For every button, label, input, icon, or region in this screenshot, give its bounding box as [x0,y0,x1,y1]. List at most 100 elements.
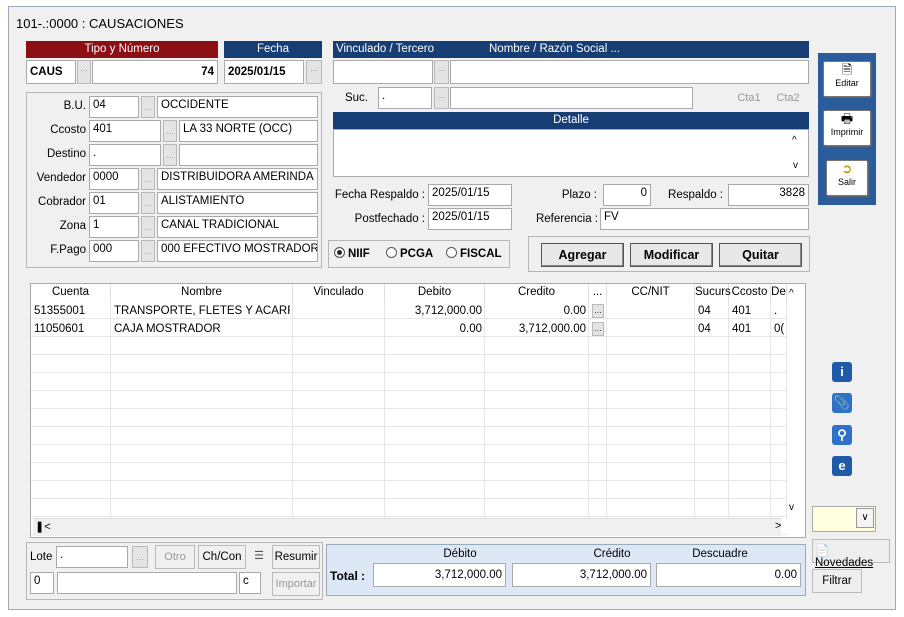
table-row[interactable] [31,337,787,355]
cell-credito[interactable]: 0.00 [488,302,586,320]
table-row[interactable] [31,463,787,481]
cell-nombre[interactable]: CAJA MOSTRADOR [114,320,290,338]
cell-nombre[interactable]: TRANSPORTE, FLETES Y ACARREO [114,302,290,320]
lote-desc-field[interactable] [57,572,237,594]
cta2-button[interactable]: Cta2 [771,92,805,104]
imprimir-button[interactable]: 🖶 Imprimir [823,110,871,146]
scroll-right-icon[interactable]: > [775,520,781,532]
list-icon[interactable]: ☰ [248,545,270,569]
table-row[interactable] [31,373,787,391]
grid-scroll-up-icon[interactable]: ^ [789,288,794,299]
row-lookup-button[interactable]: ... [592,304,604,318]
info-icon[interactable]: i [832,362,852,382]
numero-field[interactable]: 74 [92,60,218,84]
norma-radio-niif[interactable]: NIIF [334,247,370,260]
attachment-icon[interactable]: 📎 [832,393,852,413]
norma-radio-pcga[interactable]: PCGA [386,247,433,260]
lote-field[interactable]: . [56,546,128,568]
chcon-button[interactable]: Ch/Con [198,545,246,569]
field-lookup-button[interactable]: ... [141,216,155,238]
table-row[interactable] [31,409,787,427]
vinculado-lookup-button[interactable]: ... [434,60,449,84]
row-lookup-button[interactable]: ... [592,322,604,336]
nombre-field[interactable] [450,60,809,84]
cell-de[interactable]: 0( [774,320,784,338]
column-header[interactable]: Cuenta [31,284,111,301]
tipo-lookup-button[interactable]: ... [77,60,91,84]
referencia-field[interactable]: FV [600,208,809,230]
otro-button[interactable]: Otro [155,545,195,569]
suc-nombre-field[interactable] [450,87,693,109]
field-lookup-button[interactable]: ... [163,144,177,166]
postfechado-field[interactable]: 2025/01/15 [428,208,512,230]
cell-debito[interactable]: 3,712,000.00 [388,302,482,320]
field-code[interactable]: 1 [89,216,139,238]
c-field[interactable]: c [239,572,261,594]
cell-credito[interactable]: 3,712,000.00 [488,320,586,338]
grid-scroll-down-icon[interactable]: v [789,502,794,513]
column-header[interactable]: Nombre [111,284,293,301]
field-lookup-button[interactable]: ... [141,192,155,214]
novedades-button[interactable]: 📄 Novedades [812,539,890,569]
lote-number-field[interactable]: 0 [30,572,54,594]
scroll-left-icon[interactable]: ❚< [35,520,51,533]
salir-button[interactable]: ➲ Salir [826,160,868,196]
resumir-button[interactable]: Resumir [272,545,320,569]
filtrar-button[interactable]: Filtrar [812,569,862,593]
column-header[interactable]: Debito [385,284,485,301]
vinculado-field[interactable] [333,60,433,84]
column-header[interactable]: CC/NIT [607,284,695,301]
norma-radio-fiscal[interactable]: FISCAL [446,247,502,260]
tipo-code-field[interactable]: CAUS [26,60,76,84]
field-code[interactable]: 01 [89,192,139,214]
cell-ccosto[interactable]: 401 [732,320,768,338]
cta1-button[interactable]: Cta1 [732,92,766,104]
column-header[interactable]: ... [589,284,607,301]
browser-icon[interactable]: e [832,456,852,476]
column-header[interactable]: Vinculado [293,284,385,301]
combo-dropdown-icon[interactable]: ∨ [856,508,874,528]
table-row[interactable] [31,427,787,445]
field-code[interactable]: . [89,144,161,166]
cell-cuenta[interactable]: 51355001 [34,302,108,320]
field-code[interactable]: 000 [89,240,139,262]
grid-hscrollbar[interactable] [33,518,781,536]
cell-debito[interactable]: 0.00 [388,320,482,338]
field-lookup-button[interactable]: ... [141,240,155,262]
importar-button[interactable]: Importar [272,572,320,596]
detalle-scroll-up-icon[interactable]: ^ [792,135,797,146]
fecha-respaldo-field[interactable]: 2025/01/15 [428,184,512,206]
cell-cuenta[interactable]: 11050601 [34,320,108,338]
cell-sucurs[interactable]: 04 [698,302,726,320]
agregar-button[interactable]: Agregar [541,243,624,267]
table-row[interactable] [31,499,787,517]
column-header[interactable]: Ccosto [729,284,771,301]
table-row[interactable] [31,481,787,499]
table-row[interactable] [31,445,787,463]
lote-lookup-button[interactable]: ... [132,546,148,568]
detalle-textarea[interactable] [333,129,809,177]
cell-sucurs[interactable]: 04 [698,320,726,338]
field-lookup-button[interactable]: ... [163,120,177,142]
table-row[interactable] [31,391,787,409]
field-code[interactable]: 0000 [89,168,139,190]
detalle-scroll-down-icon[interactable]: v [793,160,798,171]
field-lookup-button[interactable]: ... [141,96,155,118]
column-header[interactable]: De [771,284,787,301]
quitar-button[interactable]: Quitar [719,243,802,267]
field-lookup-button[interactable]: ... [141,168,155,190]
respaldo-field[interactable]: 3828 [728,184,809,206]
column-header[interactable]: Credito [485,284,589,301]
editar-button[interactable]: 🗎 Editar [823,61,871,97]
field-code[interactable]: 401 [89,120,161,142]
movements-grid[interactable]: Cuenta Nombre Vinculado Debito Credito... CC/… [30,283,806,538]
column-header[interactable]: Sucurs [695,284,731,301]
cell-ccosto[interactable]: 401 [732,302,768,320]
field-code[interactable]: 04 [89,96,139,118]
fecha-picker-button[interactable]: ... [306,60,322,84]
fecha-field[interactable]: 2025/01/15 [224,60,304,84]
modificar-button[interactable]: Modificar [630,243,713,267]
plazo-field[interactable]: 0 [603,184,651,206]
suc-lookup-button[interactable]: ... [434,87,449,109]
cell-de[interactable]: . [774,302,784,320]
